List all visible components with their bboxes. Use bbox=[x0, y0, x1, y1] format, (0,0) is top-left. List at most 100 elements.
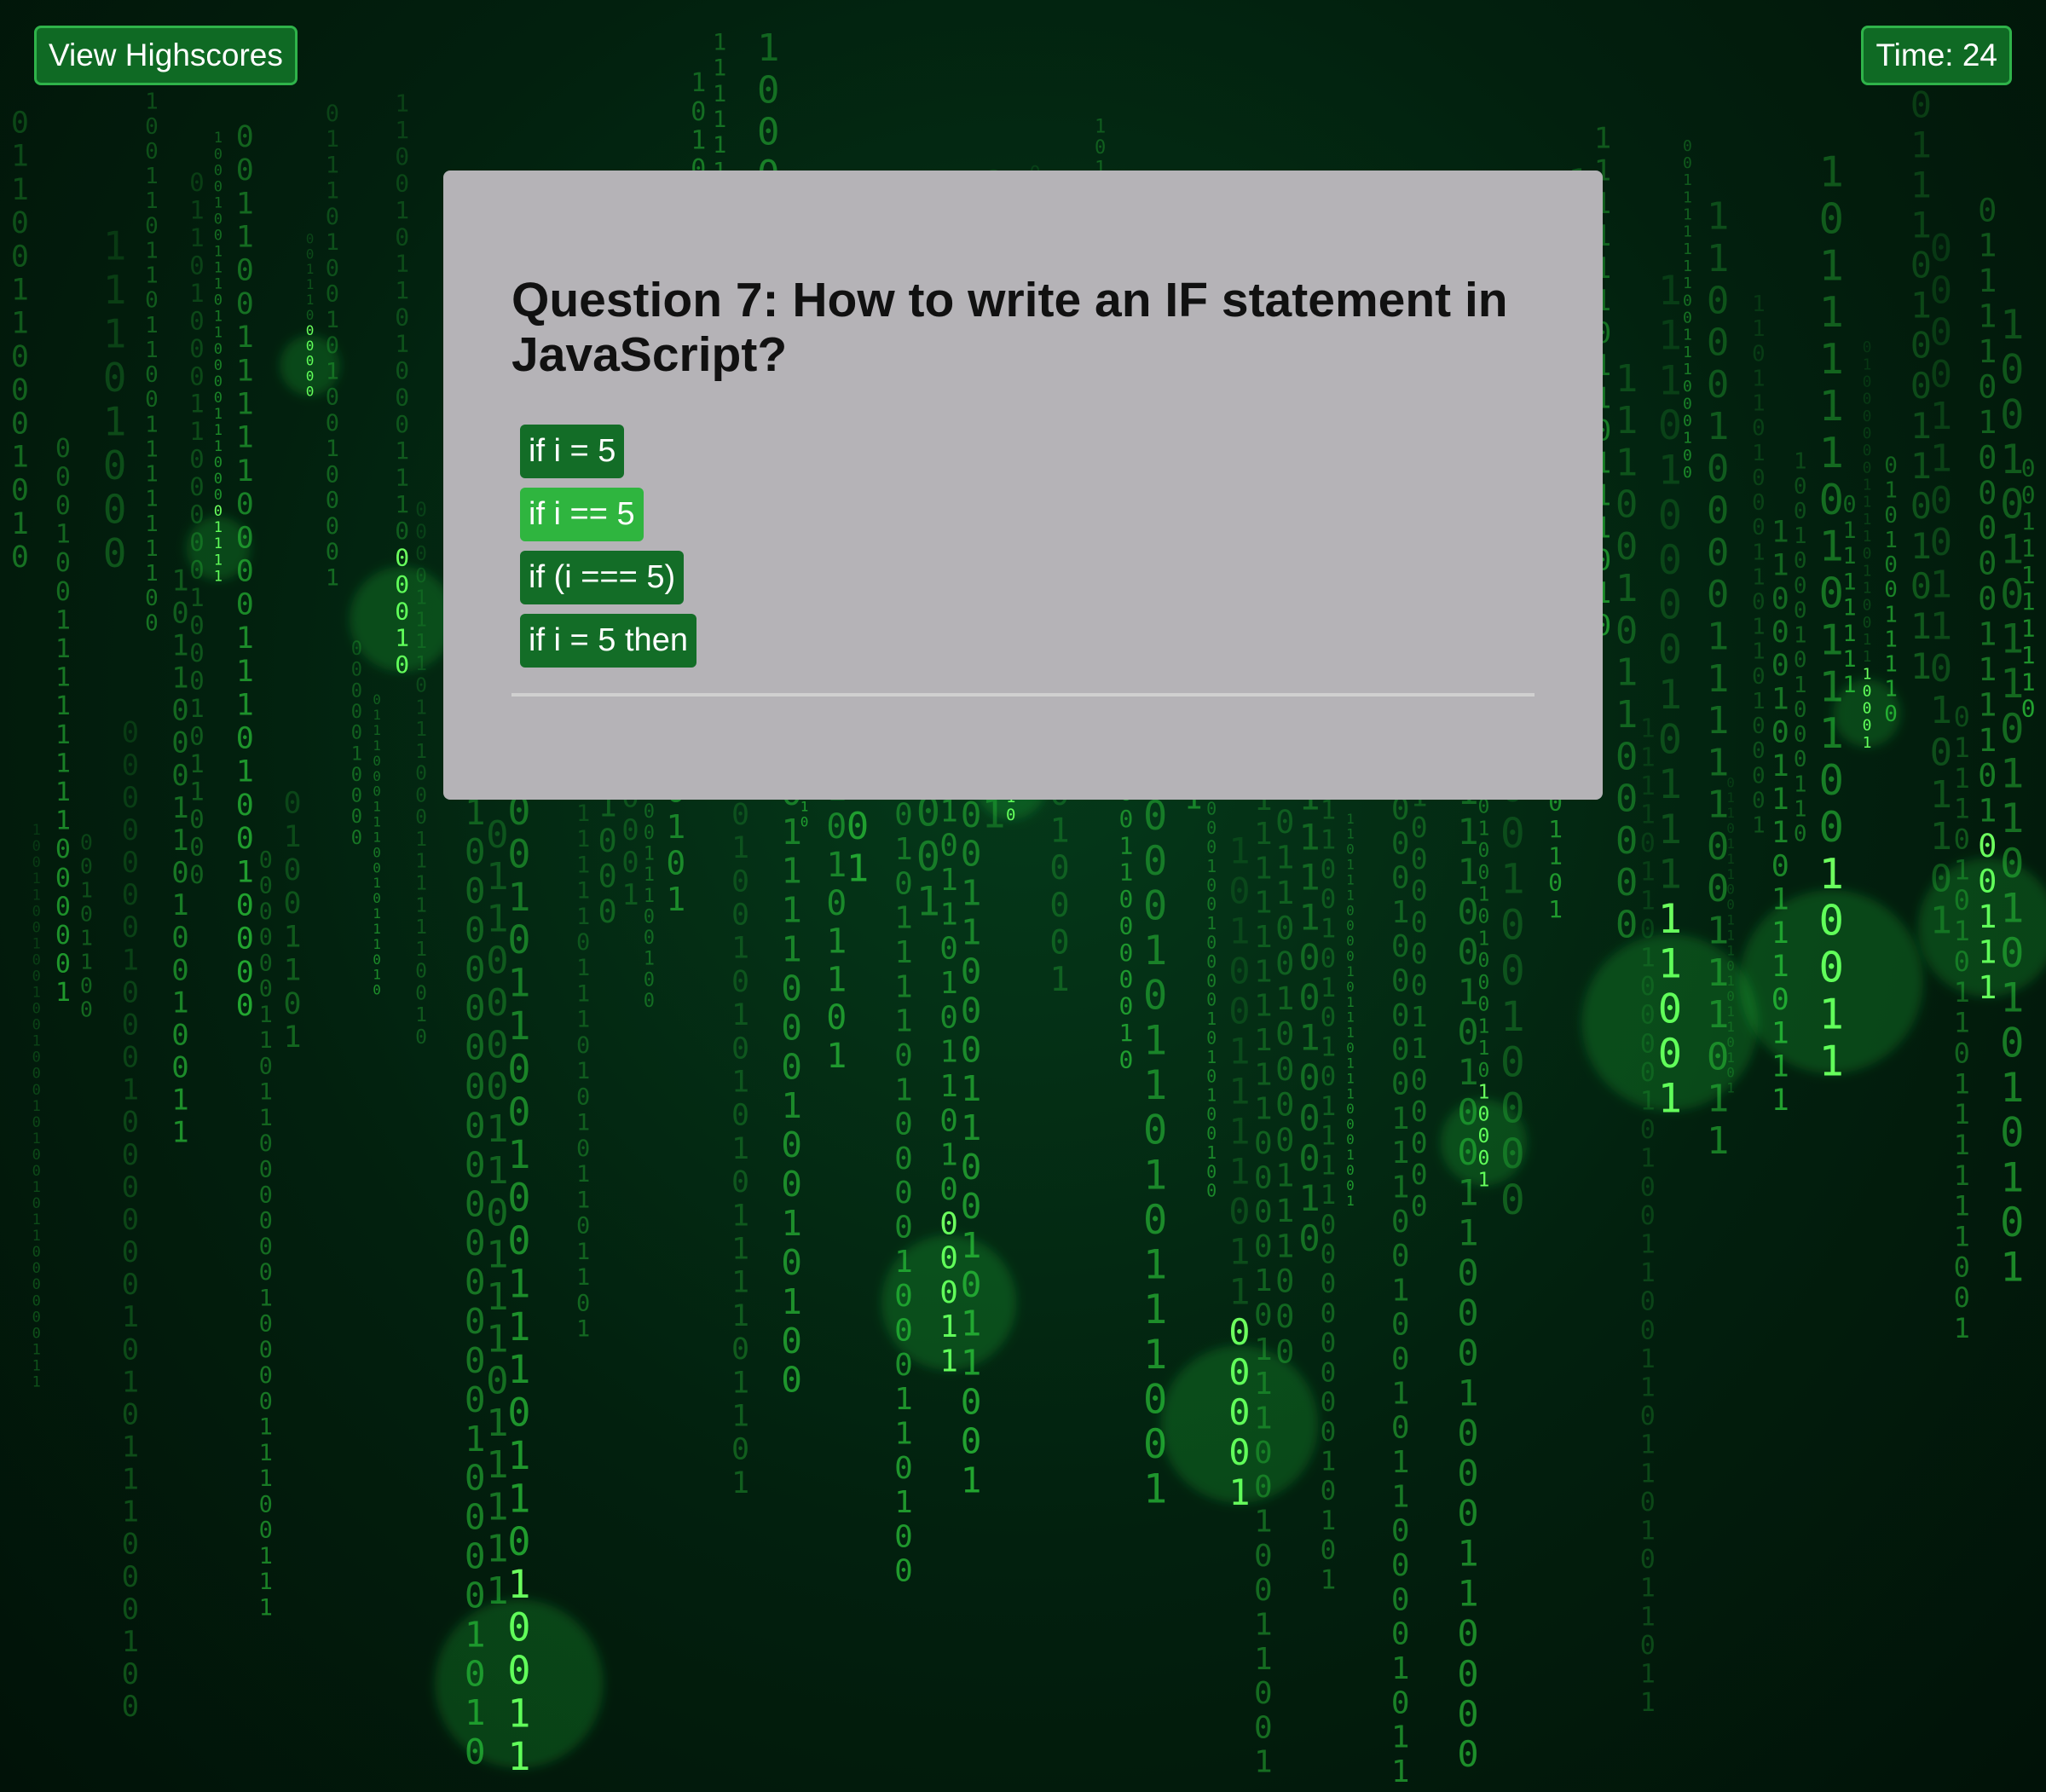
rain-glyph: 1 bbox=[326, 178, 339, 205]
rain-glyph: 1 bbox=[1930, 395, 1953, 438]
rain-glyph: 1 bbox=[486, 1107, 509, 1151]
rain-glyph: 0 bbox=[1411, 1158, 1428, 1191]
rain-glyph: 0 bbox=[1254, 1676, 1273, 1711]
rain-glyph: 1 bbox=[1978, 298, 1997, 335]
rain-glyph: 0 bbox=[1726, 957, 1735, 974]
rain-glyph: 0 bbox=[2000, 1110, 2024, 1157]
rain-glyph: 0 bbox=[306, 230, 315, 246]
rain-glyph: 0 bbox=[1411, 811, 1428, 844]
rain-glyph: 1 bbox=[171, 888, 188, 922]
rain-glyph: 0 bbox=[259, 924, 273, 951]
rain-glyph: 0 bbox=[55, 462, 71, 492]
rain-glyph: 0 bbox=[373, 783, 381, 800]
rain-glyph: 0 bbox=[1254, 1710, 1273, 1745]
rain-glyph: 0 bbox=[1478, 994, 1490, 1016]
rain-glyph: 0 bbox=[1275, 1298, 1294, 1335]
rain-glyph: 1 bbox=[1978, 616, 1997, 653]
rain-glyph: 1 bbox=[1228, 1231, 1250, 1273]
rain-glyph: 1 bbox=[1910, 605, 1932, 647]
rain-glyph: 1 bbox=[894, 1072, 913, 1107]
rain-glyph: 0 bbox=[1884, 503, 1898, 529]
rain-glyph: 1 bbox=[236, 354, 254, 388]
rain-glyph: 1 bbox=[1346, 1085, 1355, 1101]
rain-glyph: 0 bbox=[1978, 192, 1997, 228]
rain-glyph: 1 bbox=[1457, 1373, 1478, 1414]
rain-glyph: 0 bbox=[32, 1082, 41, 1099]
rain-glyph: 0 bbox=[1275, 804, 1294, 841]
rain-glyph: 1 bbox=[259, 1079, 273, 1106]
rain-glyph: 0 bbox=[507, 1090, 530, 1135]
rain-glyph: 0 bbox=[507, 1046, 530, 1091]
rain-glyph: 1 bbox=[486, 1149, 509, 1193]
rain-glyph: 0 bbox=[1391, 964, 1410, 999]
rain-glyph: 1 bbox=[576, 1058, 590, 1084]
rain-glyph: 0 bbox=[1143, 1197, 1167, 1244]
rain-glyph: 0 bbox=[1346, 1116, 1355, 1132]
rain-glyph: 0 bbox=[1752, 416, 1766, 442]
rain-glyph: 0 bbox=[122, 1203, 139, 1237]
rain-glyph: 0 bbox=[1391, 1032, 1410, 1067]
answer-button-4[interactable]: if i = 5 then bbox=[520, 614, 696, 668]
rain-glyph: 1 bbox=[214, 325, 223, 342]
rain-glyph: 1 bbox=[1683, 327, 1692, 344]
rain-glyph: 0 bbox=[1954, 1037, 1970, 1069]
rain-glyph: 0 bbox=[1457, 1011, 1478, 1053]
rain-glyph: 0 bbox=[1298, 1137, 1320, 1179]
quiz-card: Question 7: How to write an IF statement… bbox=[443, 171, 1603, 800]
rain-glyph: 0 bbox=[11, 206, 29, 240]
rain-glyph: 0 bbox=[259, 1156, 273, 1182]
rain-glyph: 0 bbox=[145, 114, 159, 140]
rain-glyph: 0 bbox=[1478, 1060, 1490, 1082]
rain-glyph: 1 bbox=[1726, 1080, 1735, 1096]
rain-glyph: 0 bbox=[2000, 930, 2024, 977]
rain-glyph: 1 bbox=[1615, 693, 1639, 737]
answer-button-3[interactable]: if (i === 5) bbox=[520, 551, 685, 604]
rain-glyph: 1 bbox=[1954, 731, 1970, 764]
rain-glyph: 1 bbox=[961, 1460, 982, 1500]
rain-glyph: 0 bbox=[1500, 1039, 1525, 1087]
rain-glyph: 0 bbox=[2000, 841, 2024, 887]
rain-glyph: 0 bbox=[1683, 413, 1692, 431]
rain-glyph: 1 bbox=[1143, 1466, 1167, 1513]
rain-glyph: 0 bbox=[415, 763, 427, 785]
rain-glyph: 0 bbox=[189, 667, 204, 696]
rain-glyph: 0 bbox=[1752, 763, 1766, 789]
rain-glyph: 0 bbox=[1457, 931, 1478, 973]
rain-glyph: 0 bbox=[465, 1262, 486, 1303]
rain-glyph: 0 bbox=[1658, 402, 1682, 449]
rain-glyph: 1 bbox=[1321, 795, 1337, 826]
rain-glyph: 0 bbox=[1500, 947, 1525, 995]
rain-glyph: 0 bbox=[11, 340, 29, 374]
answer-button-1[interactable]: if i = 5 bbox=[520, 425, 625, 478]
rain-glyph: 1 bbox=[1658, 761, 1682, 808]
rain-glyph: 1 bbox=[1771, 515, 1789, 549]
rain-glyph: 0 bbox=[259, 1311, 273, 1338]
rain-glyph: 0 bbox=[894, 1211, 913, 1246]
rain-glyph: 1 bbox=[32, 1211, 41, 1228]
rain-glyph: 0 bbox=[894, 798, 913, 833]
rain-glyph: 0 bbox=[1411, 1189, 1428, 1223]
rain-glyph: 0 bbox=[1752, 664, 1766, 690]
rain-glyph: 1 bbox=[1321, 1032, 1337, 1062]
rain-glyph: 1 bbox=[1321, 1506, 1337, 1536]
rain-glyph: 0 bbox=[576, 1084, 590, 1110]
rain-glyph: 0 bbox=[1884, 577, 1898, 603]
rain-glyph: 1 bbox=[486, 1234, 509, 1277]
view-highscores-button[interactable]: View Highscores bbox=[34, 26, 298, 85]
rain-glyph: 1 bbox=[373, 830, 381, 846]
rain-glyph: 0 bbox=[189, 611, 204, 640]
rain-glyph: 1 bbox=[1143, 1017, 1167, 1064]
rain-glyph: 0 bbox=[939, 1103, 958, 1138]
rain-glyph: 0 bbox=[1119, 912, 1134, 940]
rain-glyph: 0 bbox=[284, 853, 302, 887]
rain-glyph: 0 bbox=[1391, 1342, 1410, 1377]
rain-glyph: 1 bbox=[55, 806, 71, 836]
rain-glyph: 0 bbox=[171, 953, 188, 987]
rain-glyph: 1 bbox=[373, 737, 381, 754]
rain-glyph: 0 bbox=[1391, 1239, 1410, 1274]
rain-glyph: 1 bbox=[1910, 405, 1932, 447]
rain-glyph: 1 bbox=[214, 130, 223, 147]
rain-glyph: 1 bbox=[1819, 382, 1845, 431]
answer-button-2[interactable]: if i == 5 bbox=[520, 488, 644, 541]
rain-glyph: 0 bbox=[32, 1309, 41, 1326]
